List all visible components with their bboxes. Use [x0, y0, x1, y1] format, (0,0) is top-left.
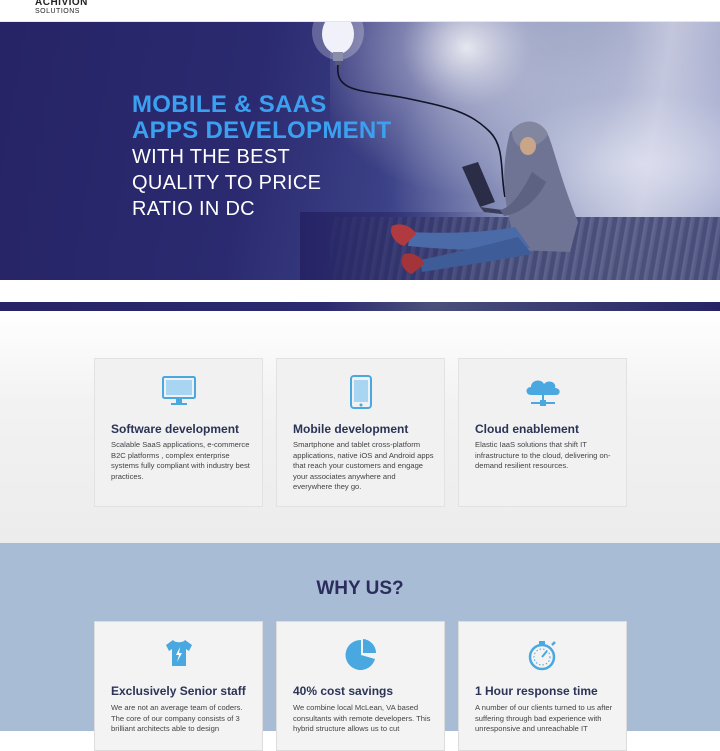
why-description: A number of our clients turned to us aft… [475, 703, 613, 734]
why-title: 40% cost savings [293, 684, 394, 698]
service-card-cloud[interactable]: Cloud enablement Elastic IaaS solutions … [458, 358, 627, 507]
services-section: Software development Scalable SaaS appli… [0, 311, 720, 543]
why-title: Exclusively Senior staff [111, 684, 246, 698]
smartphone-icon [349, 375, 372, 409]
stopwatch-icon [528, 641, 556, 671]
service-description: Smartphone and tablet cross-platform app… [293, 440, 434, 492]
light-bulb-icon [312, 22, 364, 65]
why-us-section: WHY US? Exclusively Senior staff We are … [0, 543, 720, 751]
hero-title-line-1: MOBILE & SAAS [132, 91, 327, 118]
service-card-software[interactable]: Software development Scalable SaaS appli… [94, 358, 263, 507]
logo-line-2: SOLUTIONS [35, 8, 80, 15]
why-card-response-time[interactable]: 1 Hour response time A number of our cli… [458, 621, 627, 751]
logo-line-1: ACHIVION [35, 0, 88, 8]
why-card-senior-staff[interactable]: Exclusively Senior staff We are not an a… [94, 621, 263, 751]
company-logo[interactable]: ACHIVION SOLUTIONS [35, 0, 88, 15]
hero-banner: MOBILE & SAAS APPS DEVELOPMENT WITH THE … [0, 22, 720, 280]
service-description: Elastic IaaS solutions that shift IT inf… [475, 440, 611, 471]
why-description: We combine local McLean, VA based consul… [293, 703, 431, 734]
service-description: Scalable SaaS applications, e-commerce B… [111, 440, 250, 481]
hero-subtitle-line-1: WITH THE BEST [132, 146, 290, 168]
tshirt-icon [165, 640, 192, 666]
hero-strip [0, 302, 720, 311]
hero-subtitle-line-3: RATIO IN DC [132, 198, 255, 220]
section-title: WHY US? [316, 578, 404, 599]
service-title: Software development [111, 422, 240, 436]
service-title: Mobile development [293, 422, 409, 436]
hero-subtitle-line-2: QUALITY TO PRICE [132, 172, 322, 194]
service-title: Cloud enablement [475, 422, 580, 436]
why-description: We are not an average team of coders. Th… [111, 703, 243, 734]
monitor-icon [161, 376, 196, 405]
hero-title-line-2: APPS DEVELOPMENT [132, 117, 392, 144]
cloud-icon [526, 380, 560, 406]
hero-headline: MOBILE & SAAS APPS DEVELOPMENT WITH THE … [132, 92, 392, 222]
service-card-mobile[interactable]: Mobile development Smartphone and tablet… [276, 358, 445, 507]
pie-chart-icon [345, 639, 376, 670]
site-header: ACHIVION SOLUTIONS [0, 0, 720, 22]
why-title: 1 Hour response time [475, 684, 598, 698]
why-card-cost-savings[interactable]: 40% cost savings We combine local McLean… [276, 621, 445, 751]
